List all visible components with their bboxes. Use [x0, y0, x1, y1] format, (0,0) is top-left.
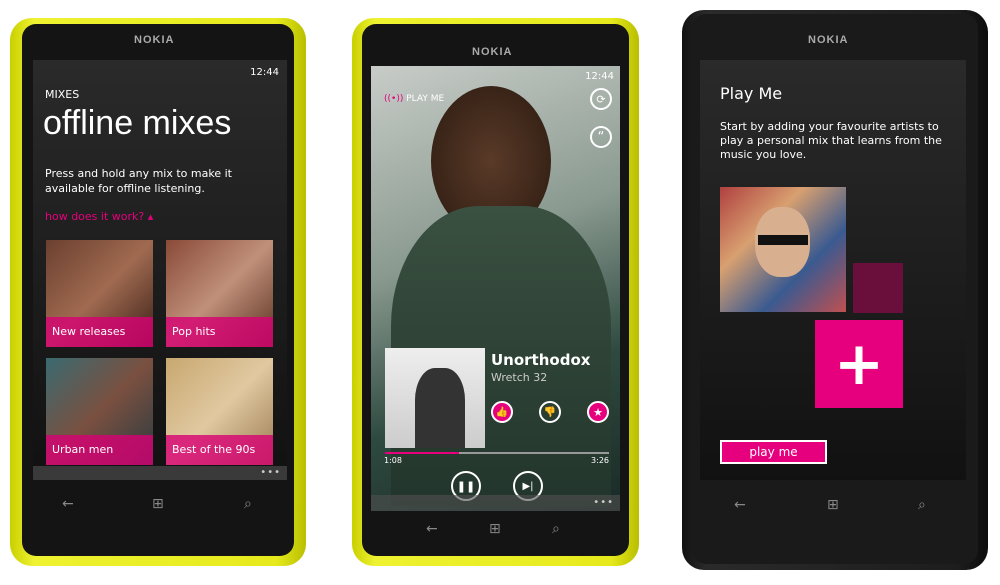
app-bar: •••	[371, 495, 620, 511]
artist-name: Wretch 32	[491, 371, 548, 384]
album-art	[385, 348, 485, 448]
track-title: Unorthodox	[491, 351, 591, 369]
duration: 3:26	[591, 456, 609, 465]
app-bar: •••	[33, 466, 287, 480]
screen: 12:44 ((•)) PLAY ME ⟳ “ Unorthodox Wretc…	[371, 66, 620, 511]
refresh-icon[interactable]: ⟳	[590, 88, 612, 110]
quote-icon[interactable]: “	[590, 126, 612, 148]
mix-tile-urban-men[interactable]: Urban men	[46, 358, 153, 465]
clock: 12:44	[250, 67, 279, 78]
back-button[interactable]: ←	[734, 497, 746, 513]
page-title: Play Me	[720, 84, 783, 103]
search-button[interactable]: ⌕	[244, 496, 252, 512]
progress-fill	[385, 452, 459, 454]
page-title: offline mixes	[43, 104, 232, 142]
tile-label: New releases	[46, 317, 153, 347]
mix-tile-new-releases[interactable]: New releases	[46, 240, 153, 347]
tile-label: Urban men	[46, 435, 153, 465]
more-button[interactable]: •••	[260, 467, 281, 478]
start-button[interactable]: ⊞	[152, 496, 164, 512]
mix-tile-best-of-90s[interactable]: Best of the 90s	[166, 358, 273, 465]
tile-label: Best of the 90s	[166, 435, 273, 465]
placeholder-tile	[853, 263, 903, 313]
nokia-logo: NOKIA	[808, 34, 849, 46]
app-label-text: PLAY ME	[406, 94, 445, 104]
add-artist-plus-icon[interactable]: +	[815, 320, 903, 408]
thumbs-down-icon[interactable]: 👎	[539, 401, 561, 423]
description: Start by adding your favourite artists t…	[720, 120, 942, 161]
more-button[interactable]: •••	[593, 497, 614, 508]
clock: 12:44	[585, 71, 614, 82]
search-button[interactable]: ⌕	[918, 497, 926, 513]
how-does-it-work-link[interactable]: how does it work? ▴	[45, 210, 153, 223]
nokia-logo: NOKIA	[472, 46, 513, 58]
description: Press and hold any mix to make it availa…	[45, 167, 232, 195]
favorite-star-icon[interactable]: ★	[587, 401, 609, 423]
back-button[interactable]: ←	[426, 521, 438, 537]
search-button[interactable]: ⌕	[552, 521, 560, 537]
thumbs-up-icon[interactable]: 👍	[491, 401, 513, 423]
phone-offline-mixes: NOKIA 12:44 MIXES offline mixes Press an…	[10, 18, 306, 566]
start-button[interactable]: ⊞	[489, 521, 501, 537]
section-label: MIXES	[45, 88, 80, 101]
play-me-button[interactable]: play me	[720, 440, 827, 464]
tile-label: Pop hits	[166, 317, 273, 347]
nokia-logo: NOKIA	[134, 34, 175, 46]
back-button[interactable]: ←	[62, 496, 74, 512]
elapsed-time: 1:08	[384, 456, 402, 465]
screen: Play Me Start by adding your favourite a…	[700, 60, 966, 480]
radio-icon: ((•))	[384, 94, 404, 104]
progress-bar[interactable]	[385, 452, 609, 454]
app-label: ((•)) PLAY ME	[384, 94, 444, 104]
artist-tile[interactable]	[720, 187, 846, 312]
phone-play-me: NOKIA Play Me Start by adding your favou…	[682, 10, 988, 570]
screen: 12:44 MIXES offline mixes Press and hold…	[33, 60, 287, 480]
phone-now-playing: NOKIA 12:44 ((•)) PLAY ME ⟳ “ Unorthodox…	[352, 18, 639, 566]
mix-tile-pop-hits[interactable]: Pop hits	[166, 240, 273, 347]
start-button[interactable]: ⊞	[827, 497, 839, 513]
